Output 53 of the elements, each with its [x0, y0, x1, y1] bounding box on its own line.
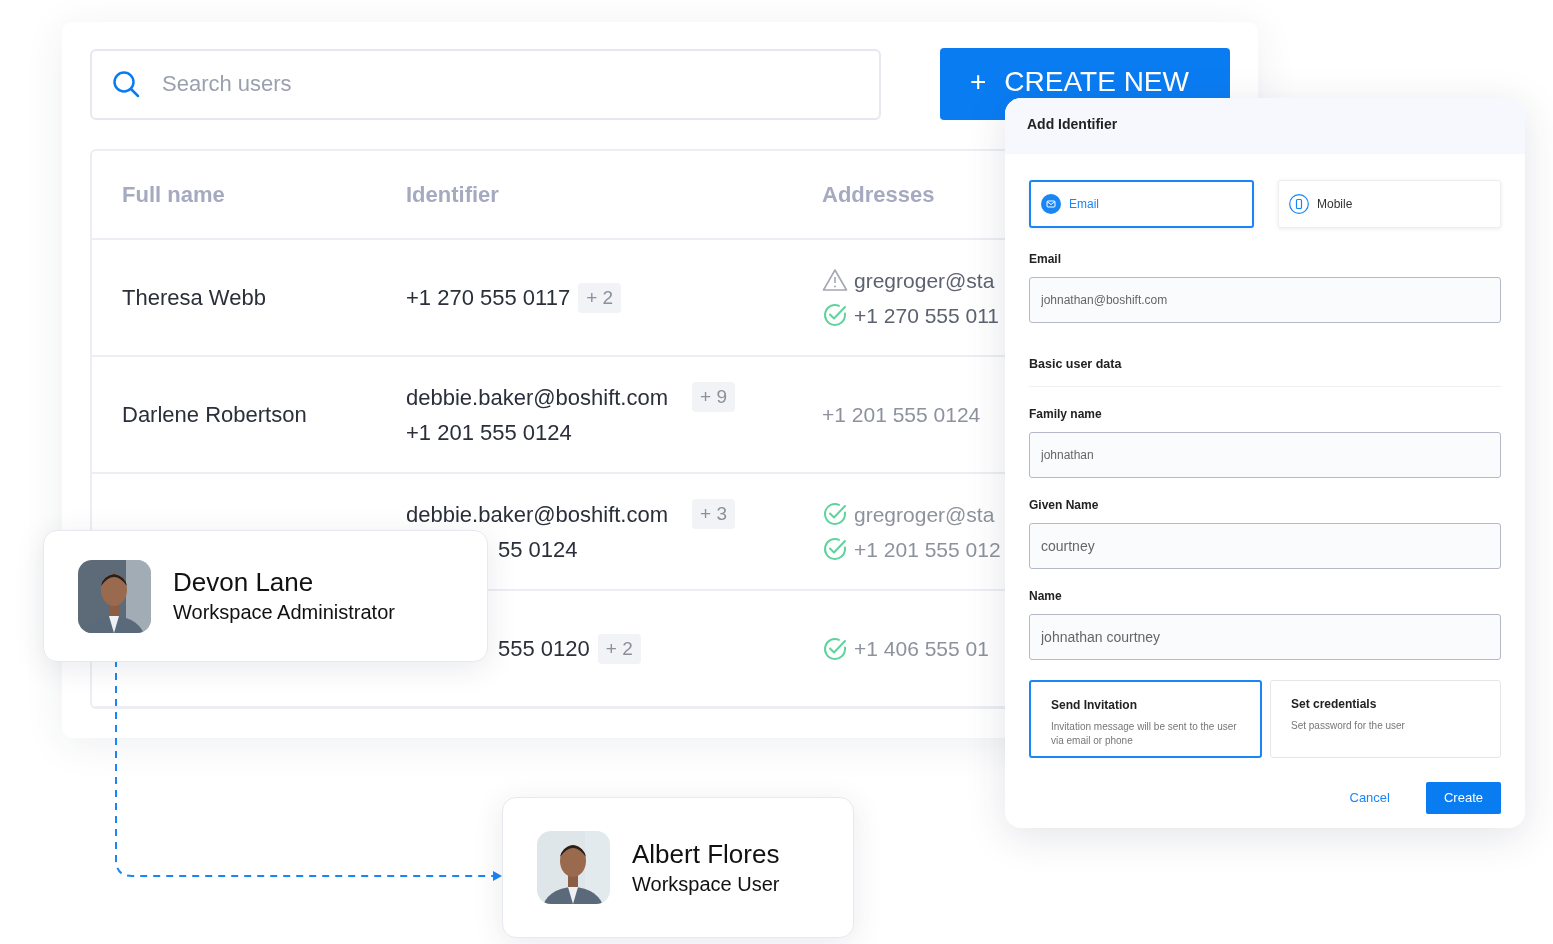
address-text: +1 201 555 0124: [822, 402, 981, 428]
check-circle-icon: [822, 302, 848, 328]
address-text: +1 406 555 01: [854, 636, 989, 662]
user-role: Workspace User: [632, 871, 780, 897]
count-badge: + 3: [692, 499, 735, 529]
field-label: Name: [1029, 587, 1063, 605]
phone-icon: [1289, 194, 1309, 214]
option-description: Set password for the user: [1291, 718, 1406, 733]
user-name: Devon Lane: [173, 566, 315, 598]
search-field[interactable]: Search users: [90, 48, 881, 120]
address-text: gregroger@sta: [854, 267, 995, 294]
address-text: gregroger@sta: [854, 501, 995, 528]
input-field[interactable]: johnathan: [1029, 431, 1501, 478]
section-title: Basic user data: [1029, 355, 1501, 387]
count-badge: + 9: [692, 382, 735, 412]
identifier-type-option[interactable]: Mobile: [1278, 180, 1501, 228]
column-header: Identifier: [406, 182, 499, 207]
search-icon: [112, 69, 140, 98]
option-title: Set credentials: [1291, 695, 1378, 713]
check-circle-icon: [822, 501, 848, 527]
column-header: Addresses: [822, 182, 935, 207]
identifier-text: 55 0124: [498, 535, 578, 564]
identifier-text: +1 201 555 0124: [406, 418, 572, 447]
table-cell: Darlene Robertson: [122, 402, 307, 427]
field-label: Given Name: [1029, 496, 1100, 514]
identifier-text: debbie.baker@boshift.com: [406, 383, 669, 412]
address-text: +1 201 555 012: [854, 536, 1001, 563]
check-circle-icon: [822, 635, 848, 662]
count-badge: + 2: [578, 282, 622, 313]
table-cell: Theresa Webb: [122, 285, 266, 310]
user-role: Workspace Administrator: [173, 600, 395, 625]
warning-icon: [822, 268, 848, 292]
identifier-text: debbie.baker@boshift.com: [406, 500, 669, 529]
field-label: Email: [1029, 251, 1062, 268]
option-description: Invitation message will be sent to the user via email or phone: [1051, 719, 1238, 748]
option-title: Send Invitation: [1051, 696, 1138, 714]
input-field[interactable]: johnathan@boshift.com: [1029, 277, 1501, 323]
create-button[interactable]: Create: [1425, 781, 1501, 814]
identifier-text: +1 270 555 0117: [406, 284, 571, 312]
envelope-icon: [1041, 194, 1061, 214]
user-name: Albert Flores: [632, 837, 780, 870]
address-text: +1 270 555 011: [854, 302, 999, 329]
option-card[interactable]: Set credentials Set password for the user: [1270, 679, 1501, 758]
input-field[interactable]: johnathan courtney: [1029, 613, 1501, 660]
identifier-text: 555 0120: [498, 635, 590, 663]
check-circle-icon: [822, 536, 848, 562]
field-label: Family name: [1029, 405, 1103, 423]
identifier-type-option[interactable]: Email: [1029, 180, 1254, 228]
column-header: Full name: [122, 182, 225, 207]
option-card[interactable]: Send Invitation Invitation message will be sent to the user via email or phone: [1029, 679, 1262, 758]
cancel-button[interactable]: Cancel: [1335, 782, 1404, 814]
input-field[interactable]: courtney: [1029, 522, 1501, 569]
count-badge: + 2: [597, 633, 641, 664]
